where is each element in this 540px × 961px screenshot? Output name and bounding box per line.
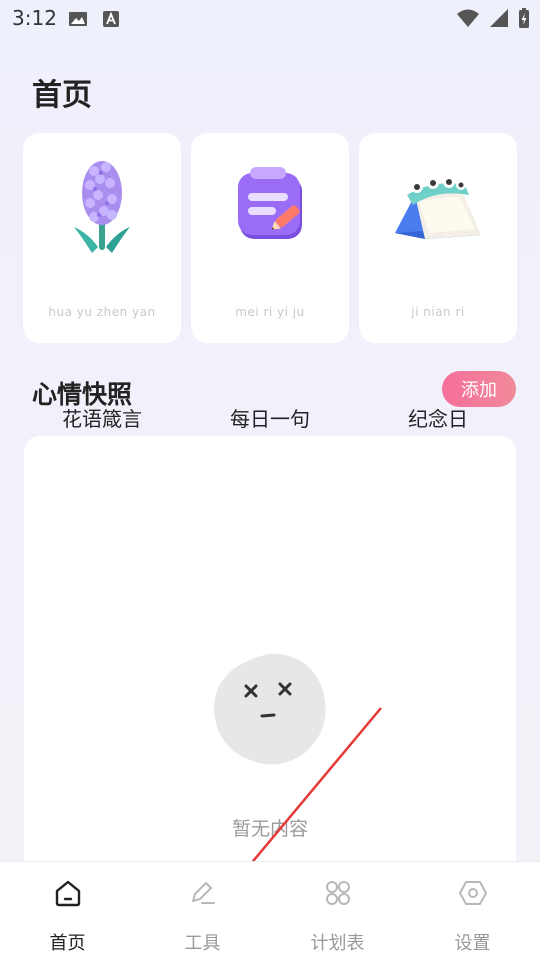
add-button[interactable]: 添加 — [442, 371, 516, 407]
nav-item-planner[interactable]: 计划表 — [270, 862, 405, 961]
bottom-nav: 首页 工具 计划表 设置 — [0, 861, 540, 961]
page-title: 首页 — [32, 78, 92, 113]
status-time: 3:12 — [12, 6, 57, 30]
mood-content-panel: 暂无内容 — [24, 436, 516, 876]
card-subtitle: ji nian ri — [411, 305, 465, 319]
nav-item-tools[interactable]: 工具 — [135, 862, 270, 961]
status-bar: 3:12 — [0, 0, 540, 38]
grid-icon — [325, 881, 350, 905]
battery-icon — [519, 8, 529, 28]
settings-hexagon-icon — [458, 881, 487, 905]
mood-section-title: 心情快照 — [32, 380, 133, 409]
nav-item-settings[interactable]: 设置 — [405, 862, 540, 961]
nav-label: 设置 — [454, 933, 491, 954]
nav-label: 工具 — [184, 933, 221, 954]
nav-label: 计划表 — [310, 933, 365, 954]
empty-face-icon — [213, 653, 326, 765]
card-title: 每日一句 — [230, 407, 310, 431]
nav-item-home[interactable]: 首页 — [0, 862, 135, 961]
status-indicators — [456, 7, 530, 29]
edit-icon — [191, 882, 215, 904]
card-daily-sentence[interactable]: 每日一句 mei ri yi ju — [191, 133, 349, 431]
card-flower-quotes[interactable]: 花语箴言 hua yu zhen yan — [23, 133, 181, 431]
card-title: 纪念日 — [408, 407, 468, 431]
signal-icon — [490, 9, 508, 27]
nav-label: 首页 — [49, 933, 86, 954]
calendar-icon — [395, 176, 481, 239]
home-icon — [55, 880, 80, 907]
card-subtitle: hua yu zhen yan — [48, 305, 156, 319]
notebook-pen-icon — [238, 167, 302, 239]
card-subtitle: mei ri yi ju — [235, 305, 305, 319]
empty-state-text: 暂无内容 — [231, 818, 308, 840]
photo-icon — [69, 12, 87, 26]
font-a-icon — [103, 11, 119, 27]
card-anniversary[interactable]: 纪念日 ji nian ri — [359, 133, 517, 431]
wifi-icon — [457, 9, 479, 27]
hyacinth-icon — [74, 161, 130, 253]
